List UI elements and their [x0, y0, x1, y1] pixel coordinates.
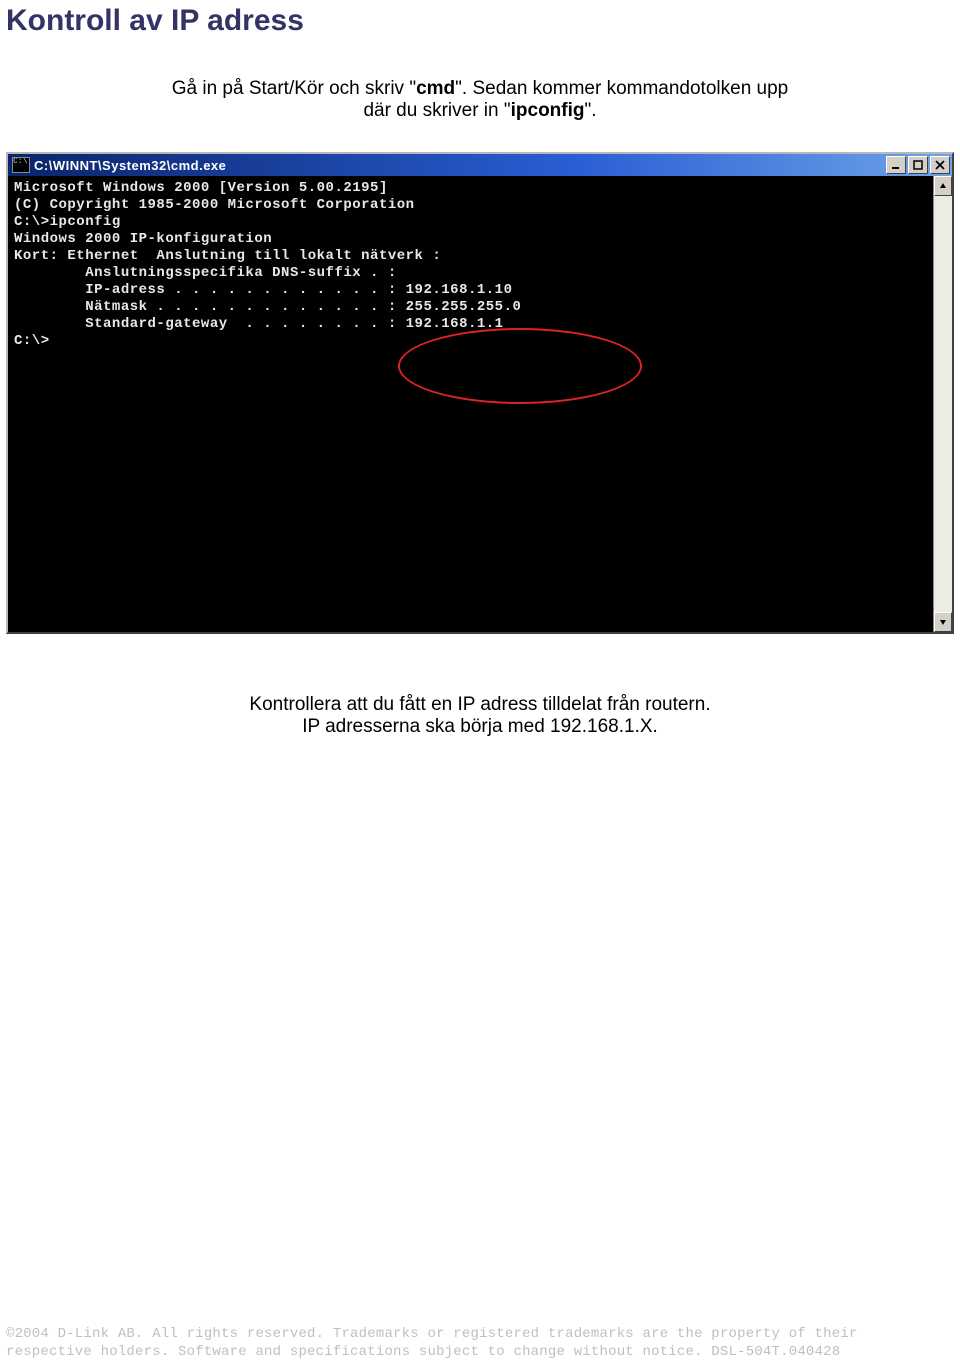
footer-line2: respective holders. Software and specifi… [6, 1344, 840, 1360]
mid-line2: IP adresserna ska börja med 192.168.1.X. [302, 716, 658, 737]
instruction-line2-post: ". [585, 100, 597, 121]
cmd-line: IP-adress . . . . . . . . . . . . : 192.… [14, 282, 952, 299]
cmd-line: Anslutningsspecifika DNS-suffix . : [14, 265, 952, 282]
footer-text: ©2004 D-Link AB. All rights reserved. Tr… [6, 1325, 858, 1361]
instruction-text: Gå in på Start/Kör och skriv "cmd". Seda… [0, 78, 960, 122]
cmd-line: (C) Copyright 1985-2000 Microsoft Corpor… [14, 197, 952, 214]
maximize-button[interactable] [908, 156, 928, 174]
cmd-line: Nätmask . . . . . . . . . . . . . : 255.… [14, 299, 952, 316]
footer-line1: ©2004 D-Link AB. All rights reserved. Tr… [6, 1326, 858, 1342]
verification-text: Kontrollera att du fått en IP adress til… [0, 694, 960, 738]
scroll-track[interactable] [934, 196, 952, 612]
scroll-up-button[interactable] [934, 176, 952, 196]
scrollbar-vertical[interactable] [933, 176, 952, 632]
cmd-icon: C:\ [12, 157, 30, 173]
cmd-body[interactable]: Microsoft Windows 2000 [Version 5.00.219… [8, 176, 952, 632]
page-title: Kontroll av IP adress [6, 4, 960, 38]
instruction-line2-pre: där du skriver in " [363, 100, 510, 121]
instruction-line1-bold: cmd [416, 78, 455, 99]
cmd-line: Microsoft Windows 2000 [Version 5.00.219… [14, 180, 952, 197]
cmd-line: C:\>ipconfig [14, 214, 952, 231]
cmd-line: Windows 2000 IP-konfiguration [14, 231, 952, 248]
close-button[interactable] [930, 156, 950, 174]
instruction-line1-pre: Gå in på Start/Kör och skriv " [172, 78, 416, 99]
cmd-line: C:\> [14, 333, 952, 350]
scroll-down-button[interactable] [934, 612, 952, 632]
cmd-line: Standard-gateway . . . . . . . . : 192.1… [14, 316, 952, 333]
titlebar: C:\ C:\WINNT\System32\cmd.exe [8, 154, 952, 176]
instruction-line2-bold: ipconfig [511, 100, 585, 121]
instruction-line1-post: ". Sedan kommer kommandotolken upp [455, 78, 788, 99]
window-title: C:\WINNT\System32\cmd.exe [34, 158, 886, 173]
cmd-window: C:\ C:\WINNT\System32\cmd.exe Microsoft … [6, 152, 954, 634]
minimize-button[interactable] [886, 156, 906, 174]
cmd-line: Kort: Ethernet Anslutning till lokalt nä… [14, 248, 952, 265]
mid-line1: Kontrollera att du fått en IP adress til… [249, 694, 710, 715]
